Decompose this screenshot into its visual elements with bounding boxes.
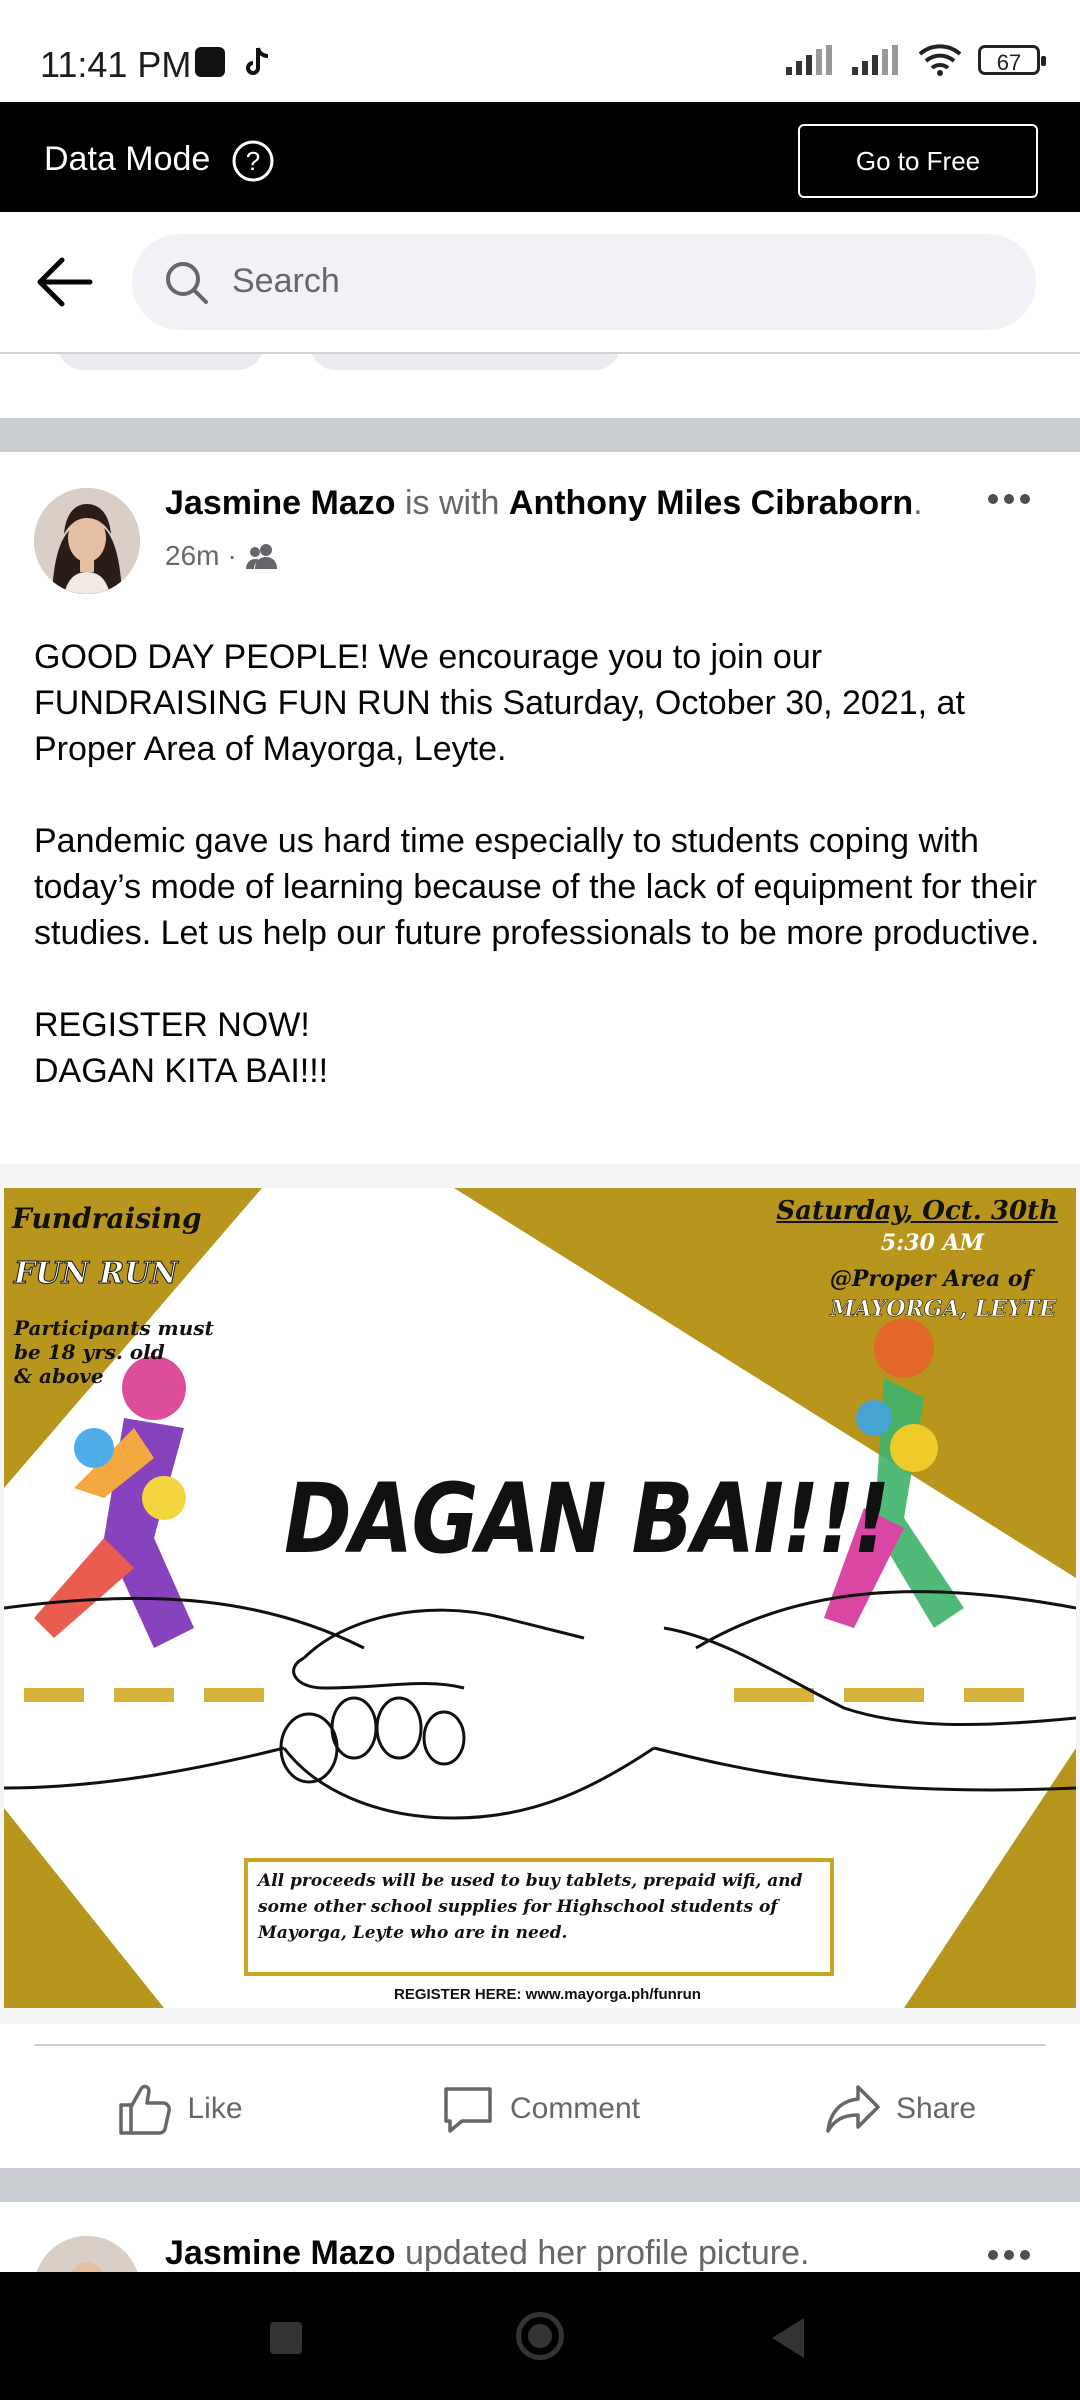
status-system-icons: 67: [786, 44, 1046, 76]
help-icon[interactable]: ?: [232, 140, 274, 182]
poster-headline: DAGAN BAI!!!: [284, 1463, 890, 1575]
poster-register-link: REGISTER HERE: www.mayorga.ph/funrun: [394, 1986, 701, 2003]
post-time[interactable]: 26m: [165, 540, 219, 572]
poster-fundraising: Fundraising: [12, 1202, 202, 1235]
poster-time: 5:30 AM: [880, 1230, 984, 1256]
like-button[interactable]: Like: [0, 2046, 360, 2172]
next-author-name[interactable]: Jasmine Mazo: [165, 2234, 396, 2272]
poster-date: Saturday, Oct. 30th: [776, 1196, 1058, 1226]
poster-location-1: @Proper Area of: [829, 1266, 1032, 1292]
feed-separator: [0, 418, 1080, 452]
post-more-button[interactable]: [988, 494, 1030, 504]
signal-icon-2: [852, 45, 898, 75]
filter-chip[interactable]: [310, 354, 620, 370]
comment-button[interactable]: Comment: [360, 2046, 720, 2172]
back-arrow-icon[interactable]: [32, 252, 96, 312]
status-time: 11:41 PM: [40, 44, 192, 85]
with-text: is with: [395, 484, 509, 522]
system-nav-bar: [0, 2272, 1080, 2400]
comment-label: Comment: [509, 2092, 641, 2125]
fun-run-poster: Fundraising FUN RUN Participants must be…: [4, 1188, 1076, 2008]
share-icon: [826, 2085, 880, 2133]
post-meta: 26m ·: [165, 540, 279, 572]
author-avatar[interactable]: [34, 488, 140, 594]
search-header: Search: [0, 212, 1080, 354]
post-paragraph: REGISTER NOW!: [34, 1006, 310, 1044]
comment-icon: [444, 2087, 492, 2133]
post-body: GOOD DAY PEOPLE! We encourage you to joi…: [34, 634, 1054, 1094]
status-bar: 11:41 PM 67: [0, 0, 1080, 102]
poster-location-2: MAYORGA, LEYTE: [830, 1296, 1056, 1323]
post-paragraph: DAGAN KITA BAI!!!: [34, 1052, 329, 1090]
app-notification-icon: [195, 47, 225, 77]
data-mode-banner: Data Mode ? Go to Free: [0, 102, 1080, 212]
share-button[interactable]: Share: [720, 2046, 1080, 2172]
filter-chip[interactable]: [58, 354, 263, 370]
poster-fun-run: FUN RUN: [14, 1256, 179, 1292]
post-actions: Like Comment Share: [0, 2046, 1080, 2172]
poster-info-box: All proceeds will be used to buy tablets…: [244, 1858, 834, 1976]
author-name[interactable]: Jasmine Mazo: [165, 484, 396, 522]
next-feed-post: Jasmine Mazo updated her profile picture…: [0, 2202, 1080, 2272]
recents-button[interactable]: [270, 2322, 302, 2354]
meta-dot: ·: [227, 540, 237, 571]
search-icon: [166, 262, 208, 304]
system-back-button[interactable]: [772, 2318, 804, 2358]
next-post-action: updated her profile picture.: [395, 2234, 810, 2272]
filter-chips-strip: [0, 354, 1080, 414]
post-paragraph: GOOD DAY PEOPLE! We encourage you to joi…: [34, 638, 965, 768]
battery-icon: 67: [978, 45, 1046, 75]
data-mode-title: Data Mode: [44, 140, 211, 178]
period: .: [913, 484, 923, 522]
author-avatar[interactable]: [34, 2236, 140, 2272]
tiktok-icon: [246, 47, 269, 75]
signal-icon: [786, 45, 832, 75]
wifi-icon: [918, 44, 962, 76]
like-icon: [119, 2084, 172, 2135]
friends-icon: [245, 544, 277, 569]
tagged-name[interactable]: Anthony Miles Cibraborn: [509, 484, 913, 522]
home-button[interactable]: [516, 2312, 564, 2360]
post-photo[interactable]: Fundraising FUN RUN Participants must be…: [0, 1164, 1080, 2024]
help-symbol: ?: [246, 146, 260, 176]
share-label: Share: [895, 2092, 977, 2125]
poster-participants: Participants must be 18 yrs. old & above: [14, 1316, 214, 1388]
post-header-line: Jasmine Mazo is with Anthony Miles Cibra…: [165, 484, 923, 523]
like-label: Like: [187, 2092, 243, 2125]
next-post-header: Jasmine Mazo updated her profile picture…: [165, 2234, 809, 2272]
search-placeholder: Search: [232, 262, 340, 300]
search-input[interactable]: Search: [132, 234, 1036, 330]
post-paragraph: Pandemic gave us hard time especially to…: [34, 822, 1040, 952]
go-to-free-button[interactable]: Go to Free: [798, 124, 1038, 198]
post-more-button[interactable]: [988, 2250, 1030, 2260]
status-notification-icons: [195, 46, 273, 78]
feed-separator: [0, 2168, 1080, 2202]
